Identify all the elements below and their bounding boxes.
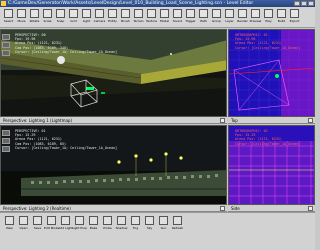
tool-icon	[56, 9, 65, 18]
viewport-status-bar: Side	[228, 205, 315, 212]
viewport-perspective-bottom[interactable]: PERSPECTIVE: 01 Fps: 15.29 Arena Pos: (1…	[0, 125, 227, 205]
viewport-options-button[interactable]	[308, 206, 313, 211]
tool-icon	[290, 9, 299, 18]
cursor-text: Cursor: [Ceiling/Tower_1A; Ceiling/Tower…	[15, 49, 118, 54]
viewport-label: Top	[231, 118, 238, 123]
tool-icon	[30, 9, 39, 18]
tool-icon	[264, 9, 273, 18]
toolbar-button[interactable]: Export	[288, 9, 301, 25]
tool-icon	[251, 9, 260, 18]
viewport-options-button[interactable]	[308, 118, 313, 123]
tool-icon	[61, 216, 70, 225]
viewport-side-buttons	[2, 34, 10, 58]
viewport-ortho-top[interactable]: ORTHOGRAPHIC: 01 Fps: 19.96 Arena Pos: (…	[228, 29, 315, 117]
viewport-info: PERSPECTIVE: 00 Fps: 19.96 Arena Pos: (1…	[15, 33, 117, 54]
tool-icon	[173, 216, 182, 225]
tool-icon	[69, 9, 78, 18]
tool-icon	[89, 216, 98, 225]
tool-icon	[212, 9, 221, 18]
tool-icon	[238, 9, 247, 18]
bottom-toolbar: New Open Save Edit Mode Add Light Light …	[0, 212, 315, 250]
viewport-info: ORTHOGRAPHIC: 02 Fps: 15.29 Arena Pos: (…	[235, 129, 300, 146]
tool-icon	[103, 216, 112, 225]
tool-icon	[117, 216, 126, 225]
maximize-button[interactable]	[301, 1, 307, 6]
tool-icon	[5, 216, 14, 225]
tool-icon	[75, 216, 84, 225]
tool-icon	[131, 216, 140, 225]
cursor-text: Cursor: [Ceiling/Tower_1A_Ocean]	[235, 45, 301, 50]
viewport-label: Perspective: Lighting 2 (Realtime)	[3, 206, 71, 211]
viewport-ortho-bottom[interactable]: ORTHOGRAPHIC: 02 Fps: 15.29 Arena Pos: (…	[228, 125, 315, 205]
cursor-text: Cursor: [Ceiling/Tower_1A_Ocean]	[235, 141, 301, 146]
close-button[interactable]	[308, 1, 314, 6]
bottom-tool-button[interactable]: Refresh	[171, 216, 184, 232]
viewport-mode-button[interactable]	[2, 130, 10, 136]
tool-icon	[33, 216, 42, 225]
tool-icon	[17, 9, 26, 18]
tool-icon	[47, 216, 56, 225]
tool-icon	[225, 9, 234, 18]
viewport-side-buttons	[2, 130, 10, 154]
window-title: C:/GameDev/Generator/Work/Assets/LevelDe…	[8, 1, 254, 6]
tool-icon	[159, 216, 168, 225]
tool-icon	[82, 9, 91, 18]
tool-icon	[199, 9, 208, 18]
viewport-options-button[interactable]	[220, 206, 225, 211]
cursor-text: Cursor: [Ceiling/Tower_1A; Ceiling/Tower…	[15, 145, 118, 150]
viewport-mode-button[interactable]	[2, 138, 10, 144]
viewport-mode-button[interactable]	[2, 50, 10, 56]
tool-icon	[121, 9, 130, 18]
viewport-perspective-top[interactable]: PERSPECTIVE: 00 Fps: 19.96 Arena Pos: (1…	[0, 29, 227, 117]
tool-icon	[95, 9, 104, 18]
viewport-info: PERSPECTIVE: 01 Fps: 15.29 Arena Pos: (1…	[15, 129, 117, 150]
viewport-info: ORTHOGRAPHIC: 01 Fps: 19.96 Arena Pos: (…	[235, 33, 300, 50]
tool-icon	[134, 9, 143, 18]
main-toolbar: Select Move Rotate Scale Snap Grid Light…	[0, 7, 315, 28]
tool-icon	[43, 9, 52, 18]
viewport-label: Side	[231, 206, 240, 211]
viewport-mode-button[interactable]	[2, 146, 10, 152]
minimize-button[interactable]	[294, 1, 300, 6]
tool-icon	[147, 9, 156, 18]
viewport-mode-button[interactable]	[2, 34, 10, 40]
tool-icon	[160, 9, 169, 18]
window-titlebar: C:/GameDev/Generator/Work/Assets/LevelDe…	[0, 0, 315, 7]
viewport-mode-button[interactable]	[2, 42, 10, 48]
tool-icon	[19, 216, 28, 225]
viewport-status-bar: Top	[228, 117, 315, 124]
tool-icon	[277, 9, 286, 18]
tool-icon	[145, 216, 154, 225]
viewport-status-bar: Perspective: Lighting 2 (Realtime)	[0, 205, 227, 212]
tool-icon	[108, 9, 117, 18]
viewport-status-bar: Perspective: Lighting 1 (Lightmap)	[0, 117, 227, 124]
viewport-label: Perspective: Lighting 1 (Lightmap)	[3, 118, 73, 123]
tool-icon	[4, 9, 13, 18]
tool-icon	[186, 9, 195, 18]
viewport-options-button[interactable]	[220, 118, 225, 123]
app-icon	[1, 1, 6, 6]
tool-icon	[173, 9, 182, 18]
